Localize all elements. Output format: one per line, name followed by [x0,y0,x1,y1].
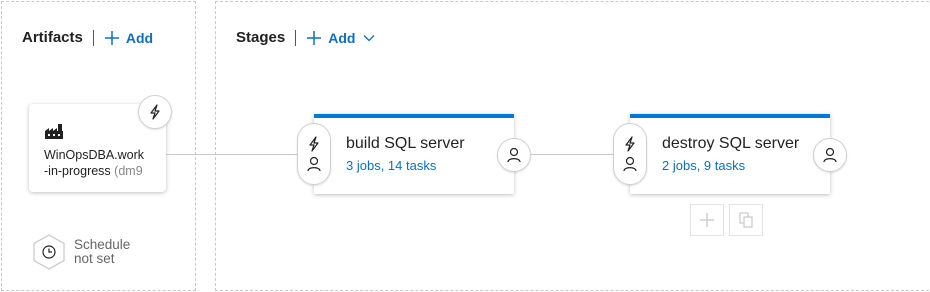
copy-icon [739,212,753,228]
add-stage-after-button[interactable] [690,204,724,236]
lightning-icon [309,136,319,152]
person-icon [623,156,637,172]
add-stage-button[interactable]: Add [306,30,381,46]
clock-icon [31,233,67,271]
post-deployment-approvals-button[interactable] [813,138,847,172]
schedule-trigger[interactable]: Schedule not set [31,233,130,271]
person-icon [307,156,321,172]
schedule-line1: Schedule [74,237,131,252]
artifact-name: WinOpsDBA.work -in-progress (dm9 [44,147,164,179]
header-divider [92,29,94,46]
artifact-trigger-button[interactable] [138,95,172,129]
header-divider [295,29,297,46]
stage-name: build SQL server [346,135,465,152]
post-deployment-approvals-button[interactable] [497,138,531,172]
stage-card[interactable]: destroy SQL server 2 jobs, 9 tasks [630,114,830,194]
artifact-name-line1: WinOpsDBA.work [44,148,145,162]
clone-stage-button[interactable] [729,204,763,236]
artifact-name-line2: -in-progress [44,164,111,178]
add-artifact-button[interactable]: Add [104,30,153,46]
stage-jobs-link[interactable]: 2 jobs, 9 tasks [662,158,745,173]
artifacts-header: Artifacts Add [22,29,153,46]
plus-icon [700,213,714,227]
person-icon [823,147,837,163]
schedule-line2: not set [74,251,115,266]
stage-card[interactable]: build SQL server 3 jobs, 14 tasks [314,114,514,194]
connector-line [166,154,299,155]
stage-jobs-link[interactable]: 3 jobs, 14 tasks [346,158,436,173]
pre-deployment-conditions-button[interactable] [613,123,647,185]
stage-name: destroy SQL server [662,135,800,152]
person-icon [507,147,521,163]
artifact-branch: (dm9 [114,164,143,178]
stages-title: Stages [236,29,286,46]
pre-deployment-conditions-button[interactable] [297,123,331,185]
plus-icon [307,30,322,45]
add-artifact-label: Add [125,29,154,46]
build-icon [45,124,63,139]
chevron-down-icon [363,34,381,42]
schedule-label: Schedule not set [74,238,130,266]
connector-line [530,154,615,155]
lightning-icon [625,136,635,152]
artifacts-title: Artifacts [22,29,83,46]
stages-header: Stages Add [236,29,381,46]
plus-icon [104,30,119,45]
add-stage-label: Add [328,29,356,46]
lightning-icon [150,104,160,120]
